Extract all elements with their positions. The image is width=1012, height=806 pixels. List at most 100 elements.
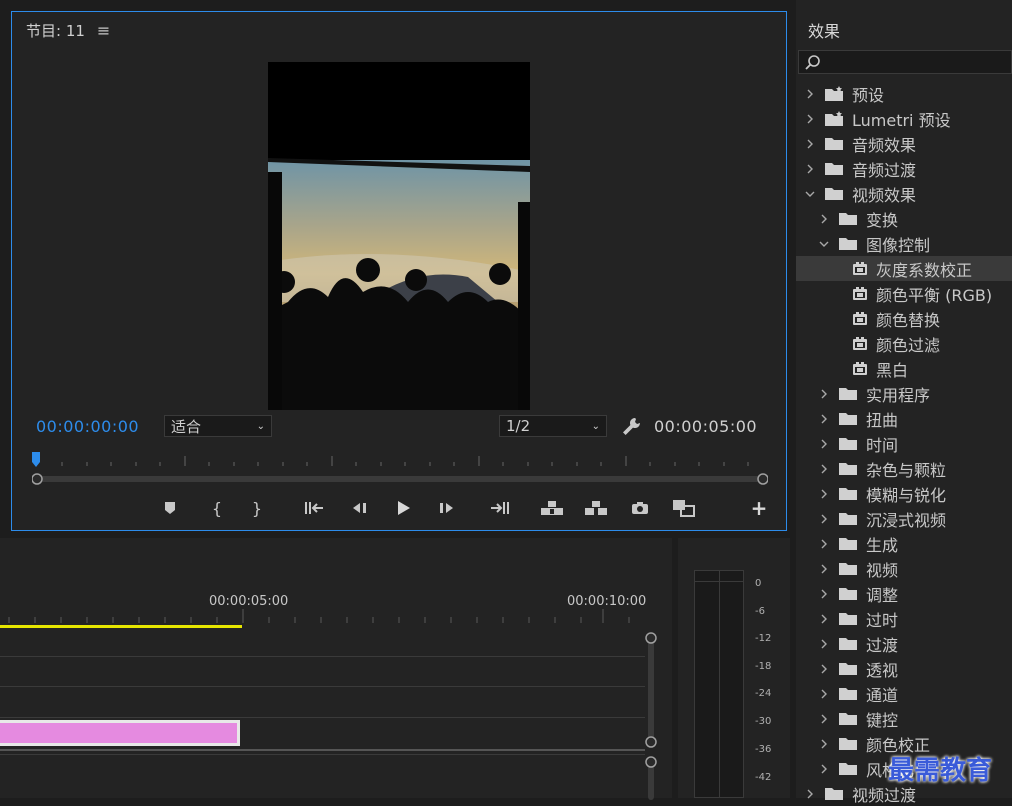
effects-tree-item[interactable]: 黑白 <box>796 356 1012 381</box>
chevron-right-icon[interactable] <box>818 563 830 575</box>
effects-tree-item[interactable]: 过渡 <box>796 631 1012 656</box>
effects-tree-item[interactable]: 颜色平衡 (RGB) <box>796 281 1012 306</box>
effects-tree-item[interactable]: 变换 <box>796 206 1012 231</box>
playback-resolution-dropdown[interactable]: 1/2 ⌄ <box>499 415 607 437</box>
program-monitor: 节目: 11 ≡ 00:00:00:00 适合 ⌄ 1/2 ⌄ 00:00:05… <box>11 11 787 531</box>
effects-tree-item[interactable]: 透视 <box>796 656 1012 681</box>
effects-tree-item[interactable]: 音频效果 <box>796 131 1012 156</box>
effects-tree-item[interactable]: 图像控制 <box>796 231 1012 256</box>
go-to-in-icon[interactable] <box>302 496 328 520</box>
chevron-right-icon[interactable] <box>818 588 830 600</box>
effects-tree-item-label: 音频效果 <box>852 135 917 155</box>
monitor-title: 节目: 11 <box>26 22 85 40</box>
chevron-right-icon[interactable] <box>804 138 816 150</box>
chevron-right-icon[interactable] <box>818 488 830 500</box>
play-icon[interactable] <box>390 496 416 520</box>
effects-search-input[interactable] <box>798 50 1012 74</box>
chevron-right-icon[interactable] <box>818 438 830 450</box>
comparison-view-icon[interactable] <box>671 496 697 520</box>
add-marker-icon[interactable] <box>157 496 183 520</box>
chevron-right-icon[interactable] <box>818 763 830 775</box>
camera-icon[interactable] <box>627 496 653 520</box>
chevron-right-icon[interactable] <box>818 638 830 650</box>
playback-resolution-value: 1/2 <box>506 417 531 435</box>
add-button-icon[interactable]: + <box>746 496 772 520</box>
effects-tree-item[interactable]: 生成 <box>796 531 1012 556</box>
zoom-fit-dropdown[interactable]: 适合 ⌄ <box>164 415 272 437</box>
effects-tree-item[interactable]: 音频过渡 <box>796 156 1012 181</box>
effects-tree-item[interactable]: 沉浸式视频 <box>796 506 1012 531</box>
chevron-right-icon[interactable] <box>818 738 830 750</box>
effects-tree-item[interactable]: 颜色替换 <box>796 306 1012 331</box>
top-bar <box>0 0 796 8</box>
monitor-zoom-scrollbar[interactable] <box>31 470 769 485</box>
timeline-tick-label: 00:00:05:00 <box>209 594 289 609</box>
chevron-right-icon[interactable] <box>804 88 816 100</box>
effects-tree-item-label: 视频 <box>866 560 899 580</box>
monitor-time-ruler[interactable] <box>32 452 768 468</box>
effects-tree-item[interactable]: 预设 <box>796 81 1012 106</box>
effects-tree-item[interactable]: 调整 <box>796 581 1012 606</box>
lift-icon[interactable] <box>539 496 565 520</box>
chevron-right-icon[interactable] <box>818 213 830 225</box>
mark-out-icon[interactable]: } <box>244 496 270 520</box>
chevron-down-icon[interactable] <box>818 238 830 250</box>
mark-in-icon[interactable]: { <box>204 496 230 520</box>
preset-folder-icon <box>824 110 844 127</box>
chevron-right-icon[interactable] <box>818 538 830 550</box>
effects-tree-item[interactable]: 模糊与锐化 <box>796 481 1012 506</box>
effects-tree-item[interactable]: 视频 <box>796 556 1012 581</box>
effects-panel-title[interactable]: 效果 <box>808 18 840 42</box>
chevron-right-icon[interactable] <box>818 463 830 475</box>
effects-tree-item-label: 杂色与颗粒 <box>866 460 947 480</box>
audio-meter-panel: 0 -6 -12 -18 -24 -30 -36 -42 <box>678 538 790 798</box>
wrench-icon[interactable] <box>621 416 643 438</box>
folder-icon <box>838 437 858 451</box>
meter-label: -18 <box>755 661 772 672</box>
effects-tree-item[interactable]: 过时 <box>796 606 1012 631</box>
effects-tree-item-label: 变换 <box>866 210 899 230</box>
go-to-out-icon[interactable] <box>486 496 512 520</box>
folder-icon <box>838 412 858 426</box>
extract-icon[interactable] <box>583 496 609 520</box>
effects-tree-item-label: 时间 <box>866 435 899 455</box>
chevron-right-icon[interactable] <box>818 513 830 525</box>
chevron-right-icon[interactable] <box>818 688 830 700</box>
effects-tree-item[interactable]: 实用程序 <box>796 381 1012 406</box>
effects-tree-item-label: 过时 <box>866 610 899 630</box>
panel-menu-icon[interactable]: ≡ <box>97 21 110 40</box>
chevron-right-icon[interactable] <box>804 113 816 125</box>
effects-tree-item[interactable]: 杂色与颗粒 <box>796 456 1012 481</box>
effects-tree-item[interactable]: 通道 <box>796 681 1012 706</box>
folder-icon <box>838 562 858 576</box>
timeline-ruler[interactable] <box>0 608 645 623</box>
effects-tree-item-label: 过渡 <box>866 635 899 655</box>
track-divider <box>0 754 645 755</box>
chevron-right-icon[interactable] <box>818 613 830 625</box>
timeline-vertical-scrollbar[interactable] <box>645 630 657 800</box>
effects-tree-item[interactable]: 扭曲 <box>796 406 1012 431</box>
effects-tree-item[interactable]: 颜色过滤 <box>796 331 1012 356</box>
chevron-right-icon[interactable] <box>818 713 830 725</box>
step-forward-icon[interactable] <box>434 496 460 520</box>
effects-tree-item[interactable]: 键控 <box>796 706 1012 731</box>
chevron-down-icon[interactable] <box>804 188 816 200</box>
effects-tree-item-label: 黑白 <box>876 360 909 380</box>
chevron-right-icon[interactable] <box>804 163 816 175</box>
work-area-bar[interactable] <box>0 625 242 628</box>
duration-timecode: 00:00:05:00 <box>654 417 758 436</box>
effects-tree-item[interactable]: 视频效果 <box>796 181 1012 206</box>
timeline-clip[interactable] <box>0 720 240 746</box>
effects-tree-item[interactable]: Lumetri 预设 <box>796 106 1012 131</box>
effects-tree-item[interactable]: 时间 <box>796 431 1012 456</box>
effects-tree-item-label: 调整 <box>866 585 899 605</box>
video-frame <box>268 62 530 410</box>
current-timecode[interactable]: 00:00:00:00 <box>36 417 139 436</box>
step-back-icon[interactable] <box>346 496 372 520</box>
effects-tree-item[interactable]: 灰度系数校正 <box>796 256 1012 281</box>
chevron-right-icon[interactable] <box>818 663 830 675</box>
chevron-right-icon[interactable] <box>818 413 830 425</box>
chevron-right-icon[interactable] <box>818 388 830 400</box>
effect-icon <box>852 336 868 351</box>
